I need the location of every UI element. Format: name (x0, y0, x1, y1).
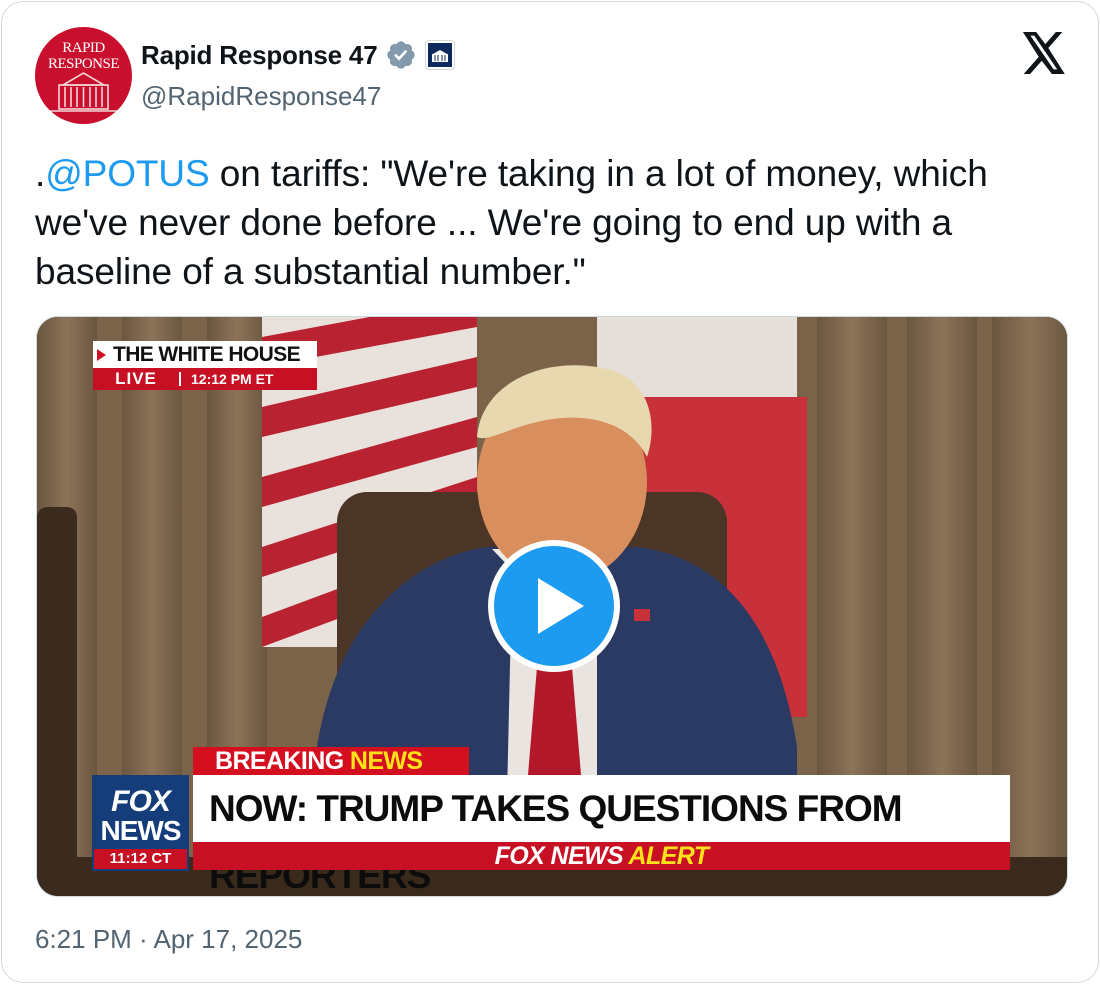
breaking-news-tag: BREAKING NEWS (193, 747, 469, 775)
breaking-label: BREAKING (215, 747, 344, 775)
author-avatar[interactable]: RAPID RESPONSE (35, 27, 132, 124)
alert-word: ALERT (628, 842, 709, 870)
play-icon (538, 578, 584, 634)
live-label: LIVE (115, 369, 157, 388)
network-time: 11:12 CT (94, 849, 187, 869)
fox-logo-top: FOX (111, 785, 171, 818)
location-title: THE WHITE HOUSE (93, 341, 317, 368)
author-display-name[interactable]: Rapid Response 47 (141, 40, 378, 71)
location-title-text: THE WHITE HOUSE (113, 343, 301, 366)
headline-chyron: NOW: TRUMP TAKES QUESTIONS FROM REPORTER… (193, 775, 1010, 896)
tweet-card[interactable]: RAPID RESPONSE Rapid Response 47 @RapidR… (1, 1, 1099, 983)
fox-news-logo: FOX NEWS 11:12 CT (92, 775, 189, 871)
fox-logo-bottom: NEWS (100, 815, 182, 846)
x-logo-icon[interactable] (1021, 32, 1067, 74)
breaking-news-label: NEWS (349, 747, 423, 775)
white-house-icon (49, 72, 118, 112)
tweet-timestamp[interactable]: 6:21 PM · Apr 17, 2025 (35, 924, 302, 955)
fox-news-alert-bar: FOX NEWS ALERT (193, 842, 1010, 870)
live-time: 12:12 PM ET (191, 371, 274, 387)
live-separator (179, 372, 181, 386)
play-arrow-icon (97, 349, 106, 361)
mention-link[interactable]: @POTUS (45, 153, 210, 194)
author-name-row: Rapid Response 47 (141, 38, 456, 72)
verified-badge-icon[interactable] (385, 39, 417, 71)
play-button[interactable] (488, 540, 620, 672)
author-handle[interactable]: @RapidResponse47 (141, 81, 381, 112)
tweet-text: .@POTUS on tariffs: "We're taking in a l… (35, 149, 1075, 296)
alert-brand: FOX NEWS (494, 842, 624, 870)
video-player[interactable]: THE WHITE HOUSE LIVE 12:12 PM ET BREAKIN… (36, 316, 1068, 897)
live-bar: LIVE 12:12 PM ET (93, 368, 317, 390)
location-slate: THE WHITE HOUSE LIVE 12:12 PM ET (93, 341, 317, 391)
tweet-prefix: . (35, 153, 46, 194)
white-house-badge-icon[interactable] (425, 40, 456, 70)
